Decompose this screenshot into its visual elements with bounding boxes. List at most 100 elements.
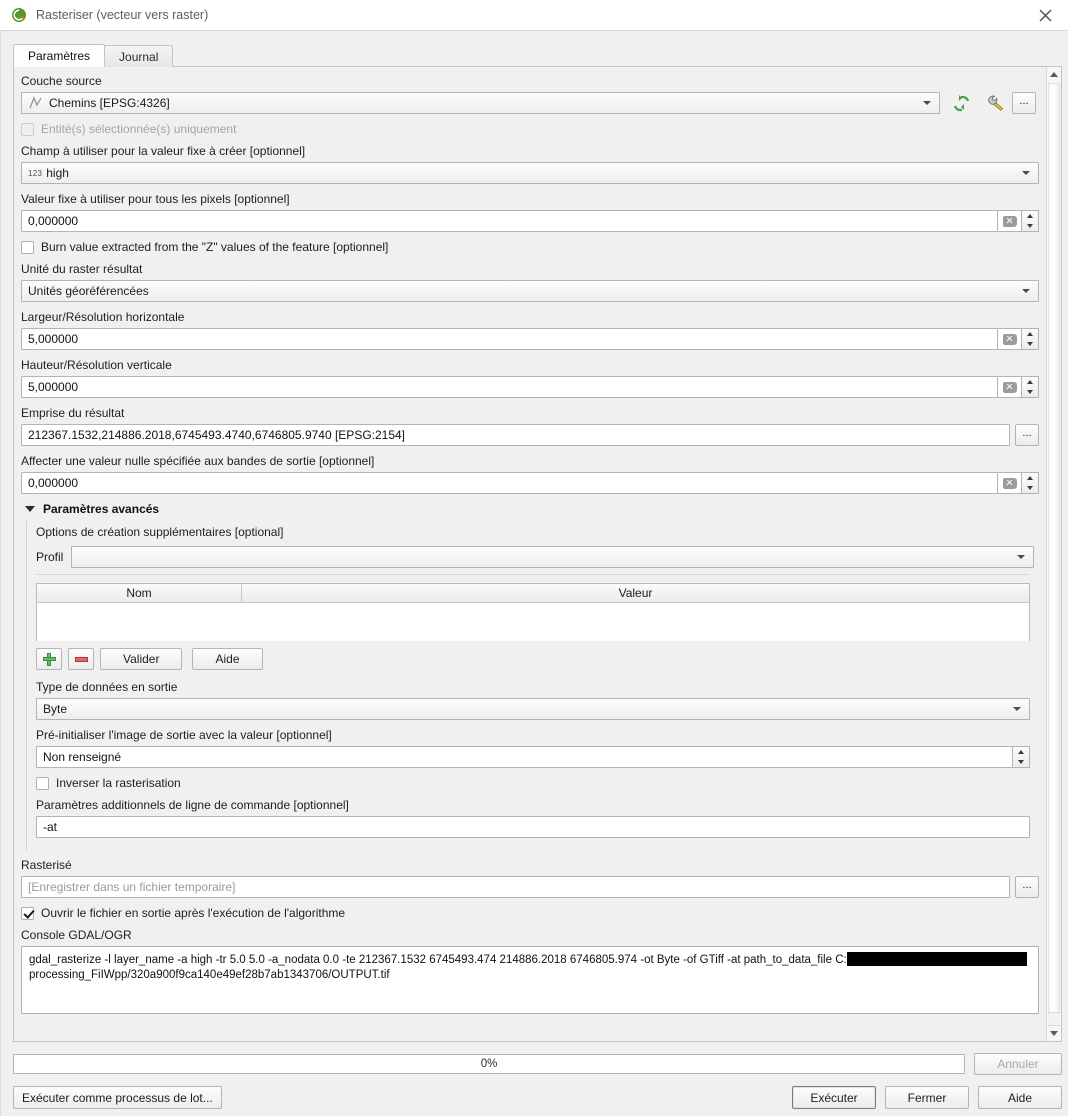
output-label: Rasterisé [21,858,72,872]
nodata-stepper[interactable] [1022,472,1039,494]
init-value-input[interactable]: Non renseigné [36,746,1013,768]
actions-row: Exécuter comme processus de lot... Exécu… [13,1086,1062,1109]
burn-z-label: Burn value extracted from the "Z" values… [41,240,389,254]
init-value-group: Pré-initialiser l'image de sortie avec l… [36,728,1036,768]
plus-icon [42,652,56,666]
tab-parametres[interactable]: Paramètres [13,44,106,67]
clear-icon[interactable] [998,210,1022,232]
source-layer-combo[interactable]: Chemins [EPSG:4326] [21,92,940,114]
extent-input[interactable]: 212367.1532,214886.2018,6745493.4740,674… [21,424,1010,446]
gdal-console-text[interactable]: gdal_rasterize -l layer_name -a high -tr… [21,946,1039,1014]
height-group: Hauteur/Résolution verticale 5,000000 [21,358,1039,398]
profil-row: Profil [36,546,1036,568]
chevron-down-icon [1017,555,1026,559]
gdal-console-line-1: gdal_rasterize -l layer_name -a high -tr… [29,954,847,966]
burn-value-label: Valeur fixe à utiliser pour tous les pix… [21,192,290,206]
chevron-down-icon [1022,289,1030,293]
burn-value-stepper[interactable] [1022,210,1039,232]
extent-browse-label: ... [1022,426,1032,439]
source-layer-row: Chemins [EPSG:4326] ... [21,92,1036,114]
wrench-icon[interactable] [984,92,1006,114]
extent-browse-button[interactable]: ... [1015,424,1039,446]
nodata-group: Affecter une valeur nulle spécifiée aux … [21,454,1039,494]
selected-features-only-row[interactable]: Entité(s) sélectionnée(s) uniquement [21,122,1036,136]
width-group: Largeur/Résolution horizontale 5,000000 [21,310,1039,350]
units-combo[interactable]: Unités géoréférencées [21,280,1039,302]
progress-bar: 0% [13,1054,965,1074]
close-icon[interactable] [1022,0,1068,30]
scroll-up-button[interactable] [1047,67,1061,82]
burn-field-label: Champ à utiliser pour la valeur fixe à c… [21,144,306,158]
units-label: Unité du raster résultat [21,262,143,276]
width-input[interactable]: 5,000000 [21,328,998,350]
output-browse-button[interactable]: ... [1015,876,1039,898]
nodata-label: Affecter une valeur nulle spécifiée aux … [21,454,375,468]
close-label: Fermer [907,1090,947,1105]
extent-row: 212367.1532,214886.2018,6745493.4740,674… [21,424,1039,446]
settings-form: Couche source Chemins [EPSG:4326] ... En… [14,67,1039,1022]
chevron-down-icon [1022,171,1030,175]
invert-rasterization-row[interactable]: Inverser la rasterisation [36,776,1036,790]
tab-journal-label: Journal [119,49,159,64]
redaction-bar [846,952,1027,966]
run-button[interactable]: Exécuter [792,1086,876,1109]
run-as-batch-button[interactable]: Exécuter comme processus de lot... [13,1086,222,1109]
burn-z-row[interactable]: Burn value extracted from the "Z" values… [21,240,1036,254]
tab-strip: Paramètres Journal [13,44,174,67]
clear-icon[interactable] [998,328,1022,350]
advanced-params-header[interactable]: Paramètres avancés [25,502,1036,516]
add-option-button[interactable] [36,648,62,670]
chevron-down-icon [1050,1031,1058,1036]
column-header-valeur[interactable]: Valeur [242,584,1029,603]
nodata-row: 0,000000 [21,472,1039,494]
creation-options-table[interactable]: Nom Valeur [36,583,1030,641]
scrollbar-groove[interactable] [1048,1012,1060,1026]
units-value: Unités géoréférencées [28,284,149,298]
source-layer-browse-button[interactable]: ... [1012,92,1036,114]
extra-params-input[interactable]: -at [36,816,1030,838]
burn-field-combo[interactable]: 123 high [21,162,1039,184]
clear-icon[interactable] [998,472,1022,494]
height-stepper[interactable] [1022,376,1039,398]
extent-label: Emprise du résultat [21,406,125,420]
extra-params-group: Paramètres additionnels de ligne de comm… [36,798,1036,838]
gdal-console-line-2: processing_FiIWpp/320a900f9ca140e49ef28b… [29,969,390,981]
open-output-label: Ouvrir le fichier en sortie après l'exéc… [41,906,346,920]
burn-value-input[interactable]: 0,000000 [21,210,998,232]
run-as-batch-label: Exécuter comme processus de lot... [22,1090,213,1105]
close-button[interactable]: Fermer [885,1086,969,1109]
help-button[interactable]: Aide [978,1086,1062,1109]
chevron-up-icon [1050,72,1058,77]
source-layer-value: Chemins [EPSG:4326] [49,96,170,110]
scrollbar-thumb[interactable] [1048,83,1060,1013]
height-row: 5,000000 [21,376,1039,398]
width-stepper[interactable] [1022,328,1039,350]
open-output-row[interactable]: Ouvrir le fichier en sortie après l'exéc… [21,906,1036,920]
progress-text: 0% [480,1058,498,1070]
scroll-down-button[interactable] [1047,1026,1061,1041]
data-type-label: Type de données en sortie [36,680,178,694]
gdal-console-group: Console GDAL/OGR gdal_rasterize -l layer… [21,928,1039,1014]
output-browse-label: ... [1022,878,1032,891]
table-body [37,603,1029,641]
validate-button[interactable]: Valider [100,648,183,670]
output-path-input[interactable]: [Enregistrer dans un fichier temporaire] [21,876,1010,898]
refresh-icon[interactable] [950,92,972,114]
burn-value-row: 0,000000 [21,210,1039,232]
cancel-label: Annuler [997,1057,1039,1071]
cancel-button[interactable]: Annuler [974,1053,1062,1075]
number-field-icon: 123 [28,168,43,178]
clear-icon[interactable] [998,376,1022,398]
tab-journal[interactable]: Journal [104,45,174,67]
column-header-nom[interactable]: Nom [37,584,242,603]
width-label: Largeur/Résolution horizontale [21,310,185,324]
height-input[interactable]: 5,000000 [21,376,998,398]
options-help-button[interactable]: Aide [192,648,263,670]
remove-option-button[interactable] [68,648,94,670]
init-value-stepper[interactable] [1013,746,1030,768]
nodata-input[interactable]: 0,000000 [21,472,998,494]
data-type-combo[interactable]: Byte [36,698,1030,720]
profil-combo[interactable] [71,546,1035,568]
vertical-scrollbar[interactable] [1046,67,1061,1041]
source-layer-tools: ... [940,92,1036,114]
